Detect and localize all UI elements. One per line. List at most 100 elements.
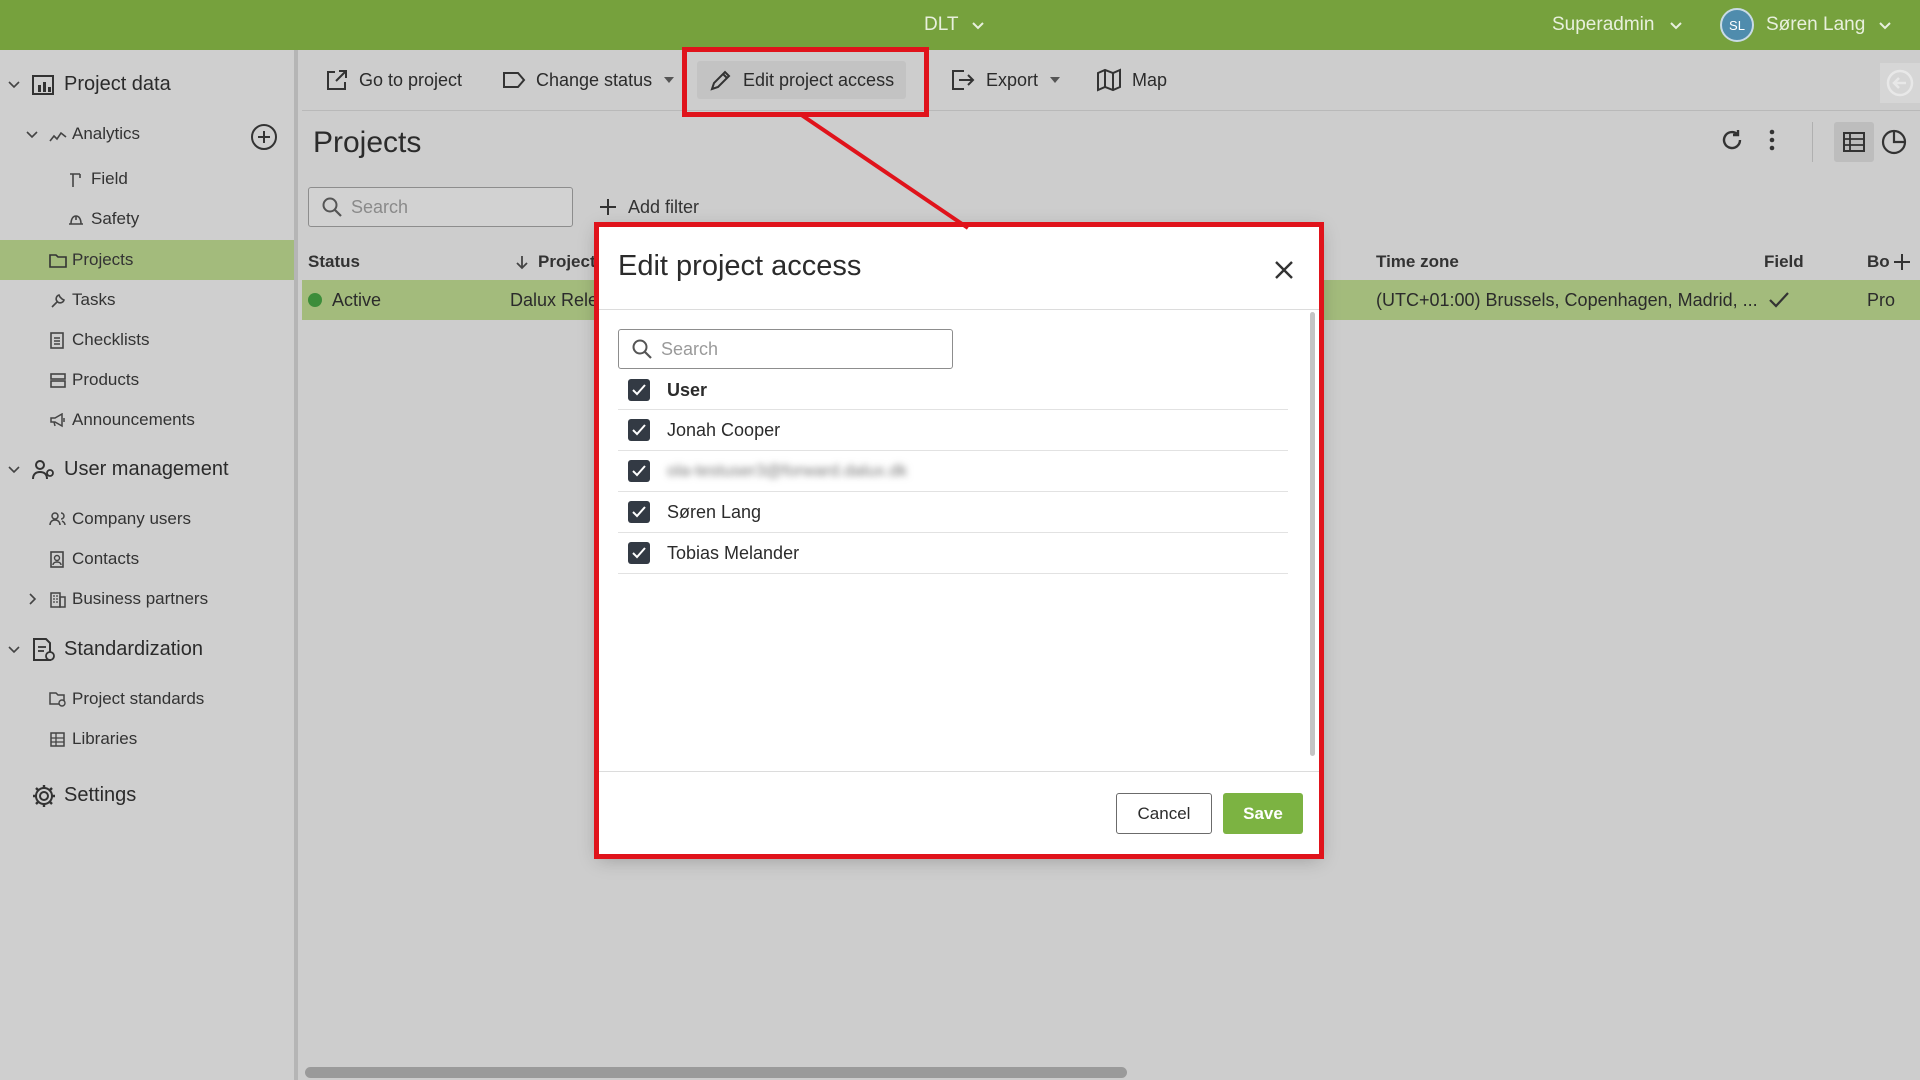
sidebar-item-checklists[interactable]: Checklists [0, 320, 294, 360]
sidebar-item-products[interactable]: Products [0, 360, 294, 400]
column-header-time-zone[interactable]: Time zone [1376, 244, 1459, 280]
sidebar-section-label: Standardization [64, 637, 203, 660]
column-header-project[interactable]: Project [514, 244, 596, 280]
export-button[interactable]: Export [938, 61, 1072, 99]
horizontal-scrollbar[interactable] [305, 1067, 1127, 1078]
search-placeholder: Search [351, 196, 409, 217]
sidebar-section-label: Settings [64, 783, 137, 806]
analytics-icon [49, 131, 67, 142]
chevron-down-icon [972, 22, 985, 30]
sidebar-item-safety[interactable]: Safety [0, 199, 294, 239]
add-column-button[interactable] [1892, 244, 1912, 280]
sidebar-section-standardization[interactable]: Standardization [0, 629, 294, 669]
products-icon [50, 373, 66, 388]
project-switcher-label: DLT [924, 14, 959, 35]
map-button[interactable]: Map [1084, 61, 1179, 99]
sidebar-section-label: Project data [64, 72, 171, 95]
sidebar-item-libraries[interactable]: Libraries [0, 719, 294, 759]
sidebar-item-label: Projects [72, 250, 134, 269]
chart-view-button[interactable] [1880, 128, 1908, 156]
column-header-field[interactable]: Field [1764, 244, 1804, 280]
sidebar: Project data Analytics Field Safety Proj… [0, 50, 298, 1080]
cell-time-zone: (UTC+01:00) Brussels, Copenhagen, Madrid… [1376, 289, 1758, 310]
divider [1812, 122, 1813, 162]
refresh-icon [1722, 130, 1742, 150]
change-status-label: Change status [536, 69, 653, 90]
sidebar-item-projects[interactable]: Projects [0, 240, 294, 280]
arrow-left-circle-icon [1886, 69, 1914, 97]
project-data-icon [32, 75, 54, 95]
sidebar-item-contacts[interactable]: Contacts [0, 539, 294, 579]
add-analytics-button[interactable] [250, 123, 278, 151]
cell-status: Active [308, 280, 381, 320]
top-bar: DLT Superadmin SL Søren Lang [0, 0, 1920, 50]
sidebar-item-field[interactable]: Field [0, 159, 294, 199]
tag-icon [503, 72, 526, 88]
project-switcher[interactable]: DLT [924, 0, 986, 50]
sidebar-item-label: Products [72, 370, 140, 389]
search-icon [322, 197, 342, 217]
sidebar-item-label: Tasks [72, 290, 116, 309]
wrench-icon [51, 294, 65, 308]
role-switcher[interactable]: Superadmin [1552, 0, 1684, 50]
gear-icon [33, 785, 55, 807]
map-label: Map [1132, 69, 1168, 90]
pie-chart-icon [1881, 129, 1907, 155]
search-input[interactable]: Search [308, 187, 573, 227]
folder-icon [49, 254, 67, 268]
list-view-button[interactable] [1834, 122, 1874, 162]
contacts-icon [50, 551, 64, 568]
project-standards-icon [49, 692, 66, 707]
user-menu[interactable]: SL Søren Lang [1720, 0, 1893, 50]
chevron-down-icon [1670, 22, 1683, 30]
status-text: Active [332, 289, 382, 310]
toolbar: Go to project Change status Edit project… [302, 50, 1920, 111]
collapse-panel-button[interactable] [1880, 63, 1920, 103]
safety-icon [69, 215, 83, 225]
sidebar-item-label: Contacts [72, 549, 140, 568]
more-vertical-icon [1769, 129, 1775, 151]
sidebar-section-settings[interactable]: Settings [0, 775, 294, 815]
plus-icon [1894, 254, 1910, 270]
status-dot [308, 293, 322, 307]
sort-arrow-down-icon [516, 256, 528, 270]
chevron-down-icon [8, 81, 20, 89]
export-label: Export [986, 69, 1039, 90]
annotation-highlight-toolbar-button [682, 47, 929, 117]
chevron-down-icon [8, 646, 20, 654]
chevron-right-icon [29, 593, 37, 605]
sidebar-item-label: Safety [91, 209, 140, 228]
cell-field [1768, 280, 1790, 320]
chevron-down-icon [1879, 22, 1892, 30]
column-header-bo[interactable]: Bo [1867, 244, 1890, 280]
add-filter-button[interactable]: Add filter [598, 192, 699, 222]
sidebar-item-announcements[interactable]: Announcements [0, 400, 294, 440]
user-name: Søren Lang [1766, 14, 1866, 35]
sidebar-item-company-users[interactable]: Company users [0, 499, 294, 539]
building-icon [50, 592, 66, 608]
megaphone-icon [50, 413, 65, 428]
sidebar-item-label: Field [91, 169, 128, 188]
sidebar-item-label: Company users [72, 509, 192, 528]
chevron-down-icon [8, 466, 20, 474]
sidebar-section-project-data[interactable]: Project data [0, 64, 294, 104]
add-filter-label: Add filter [628, 196, 700, 217]
go-to-project-label: Go to project [359, 69, 463, 90]
caret-down-icon [664, 77, 675, 83]
cell-project: Dalux Rele [510, 289, 599, 310]
more-options-button[interactable] [1758, 126, 1786, 154]
sidebar-item-business-partners[interactable]: Business partners [0, 579, 294, 619]
sidebar-section-label: User management [64, 457, 229, 480]
plus-circle-icon [251, 124, 277, 150]
go-to-project-button[interactable]: Go to project [313, 61, 474, 99]
field-icon [70, 173, 81, 187]
sidebar-item-label: Announcements [72, 410, 195, 429]
map-icon [1097, 68, 1121, 92]
sidebar-item-tasks[interactable]: Tasks [0, 280, 294, 320]
sidebar-section-user-management[interactable]: User management [0, 449, 294, 489]
sidebar-item-project-standards[interactable]: Project standards [0, 679, 294, 719]
refresh-button[interactable] [1718, 126, 1746, 154]
column-header-status[interactable]: Status [308, 244, 360, 280]
export-icon [952, 70, 975, 90]
change-status-button[interactable]: Change status [490, 61, 686, 99]
